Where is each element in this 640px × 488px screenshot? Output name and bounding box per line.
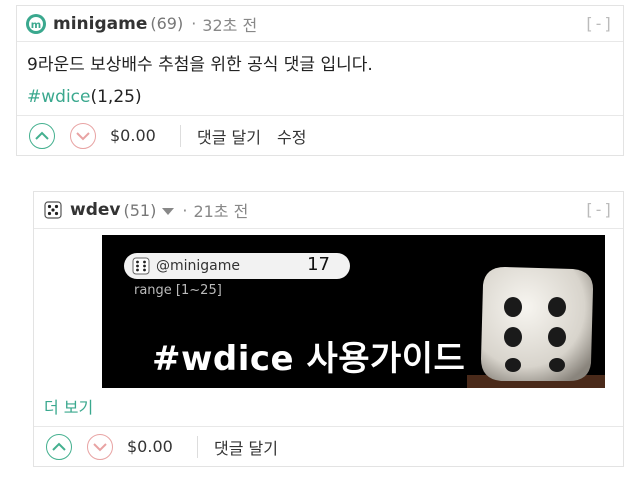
separator-dot: ·: [182, 200, 188, 220]
downvote-icon: [76, 131, 90, 140]
comment-time[interactable]: 21초 전: [193, 198, 248, 222]
payout-amount[interactable]: $0.00: [127, 437, 187, 456]
upvote-icon: [35, 131, 49, 140]
reply-button[interactable]: 댓글 달기: [197, 124, 261, 148]
caret-down-icon[interactable]: [162, 207, 175, 215]
dice-avatar-icon[interactable]: [42, 199, 64, 221]
user-reputation: (51): [123, 200, 157, 220]
comment-body: 9라운드 보상배수 추첨을 위한 공식 댓글 입니다. #wdice(1,25): [27, 52, 613, 110]
divider: [180, 124, 181, 147]
comment-actions: $0.00 댓글 달기: [34, 426, 623, 466]
payout-amount[interactable]: $0.00: [110, 126, 170, 145]
upvote-button[interactable]: [46, 433, 72, 460]
hashtag-link[interactable]: #wdice: [27, 87, 90, 107]
wdice-guide-banner-image[interactable]: @minigame 17 range [1~25] #wdice 사용가이드: [102, 235, 605, 388]
upvote-icon: [52, 442, 66, 451]
upvote-button[interactable]: [29, 122, 55, 149]
comment-card-minigame: m minigame (69) · 32초 전 [-] 9라운드 보상배수 추첨…: [16, 5, 624, 156]
downvote-button[interactable]: [70, 122, 96, 149]
svg-text:m: m: [31, 20, 41, 31]
show-more-link[interactable]: 더 보기: [44, 394, 93, 418]
username[interactable]: wdev: [70, 200, 121, 220]
tag-args: (1,25): [90, 87, 142, 107]
divider: [197, 435, 198, 458]
comment-header: m minigame (69) · 32초 전 [-]: [17, 6, 623, 42]
comment-card-wdev: wdev (51) · 21초 전 [-] @minigame 17 range…: [33, 191, 624, 467]
separator-dot: ·: [191, 14, 197, 33]
user-reputation: (69): [150, 14, 184, 33]
comment-text: 9라운드 보상배수 추첨을 위한 공식 댓글 입니다.: [27, 55, 373, 75]
pill-result-number: 17: [307, 254, 330, 275]
dice-icon: [132, 257, 150, 275]
reply-button[interactable]: 댓글 달기: [214, 435, 278, 459]
collapse-button[interactable]: [-]: [584, 14, 613, 33]
comment-header: wdev (51) · 21초 전 [-]: [34, 192, 623, 229]
comment-actions: $0.00 댓글 달기 수정: [17, 115, 623, 155]
pill-username: @minigame: [156, 258, 241, 274]
edit-button[interactable]: 수정: [277, 124, 306, 148]
wdice-line: #wdice(1,25): [27, 84, 613, 110]
banner-title: #wdice 사용가이드: [152, 339, 466, 379]
username[interactable]: minigame: [53, 14, 147, 34]
minigame-avatar-icon[interactable]: m: [25, 13, 47, 35]
dice-icon: [467, 267, 605, 388]
downvote-button[interactable]: [87, 433, 113, 460]
downvote-icon: [93, 442, 107, 451]
result-pill: @minigame 17: [124, 253, 350, 279]
comment-time[interactable]: 32초 전: [202, 12, 257, 36]
range-label: range [1~25]: [134, 283, 222, 298]
collapse-button[interactable]: [-]: [584, 200, 613, 219]
